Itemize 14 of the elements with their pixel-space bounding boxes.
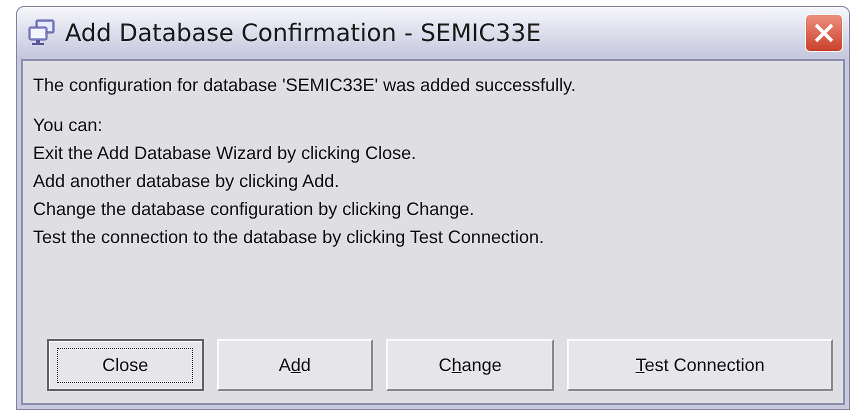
dialog-button[interactable]: Close xyxy=(47,339,204,391)
close-button[interactable] xyxy=(805,14,843,52)
dialog-button[interactable]: Change xyxy=(386,339,554,391)
close-icon xyxy=(813,22,835,44)
instruction-text: Add another database by clicking Add. xyxy=(33,170,340,193)
computer-icon xyxy=(27,19,57,47)
dialog-button[interactable]: Test Connection xyxy=(567,339,833,391)
confirmation-message: The configuration for database 'SEMIC33E' was added successfully. xyxy=(33,74,577,97)
window-title: Add Database Confirmation - SEMIC33E xyxy=(65,19,542,47)
instruction-text: Test the connection to the database by clicking Test Connection. xyxy=(33,226,545,249)
instruction-text: Exit the Add Database Wizard by clicking Close. xyxy=(33,142,418,165)
instruction-text: Change the database configuration by clicking Change. xyxy=(33,198,476,221)
dialog-button[interactable]: Add xyxy=(216,339,373,391)
instruction-text: You can: xyxy=(33,114,104,137)
